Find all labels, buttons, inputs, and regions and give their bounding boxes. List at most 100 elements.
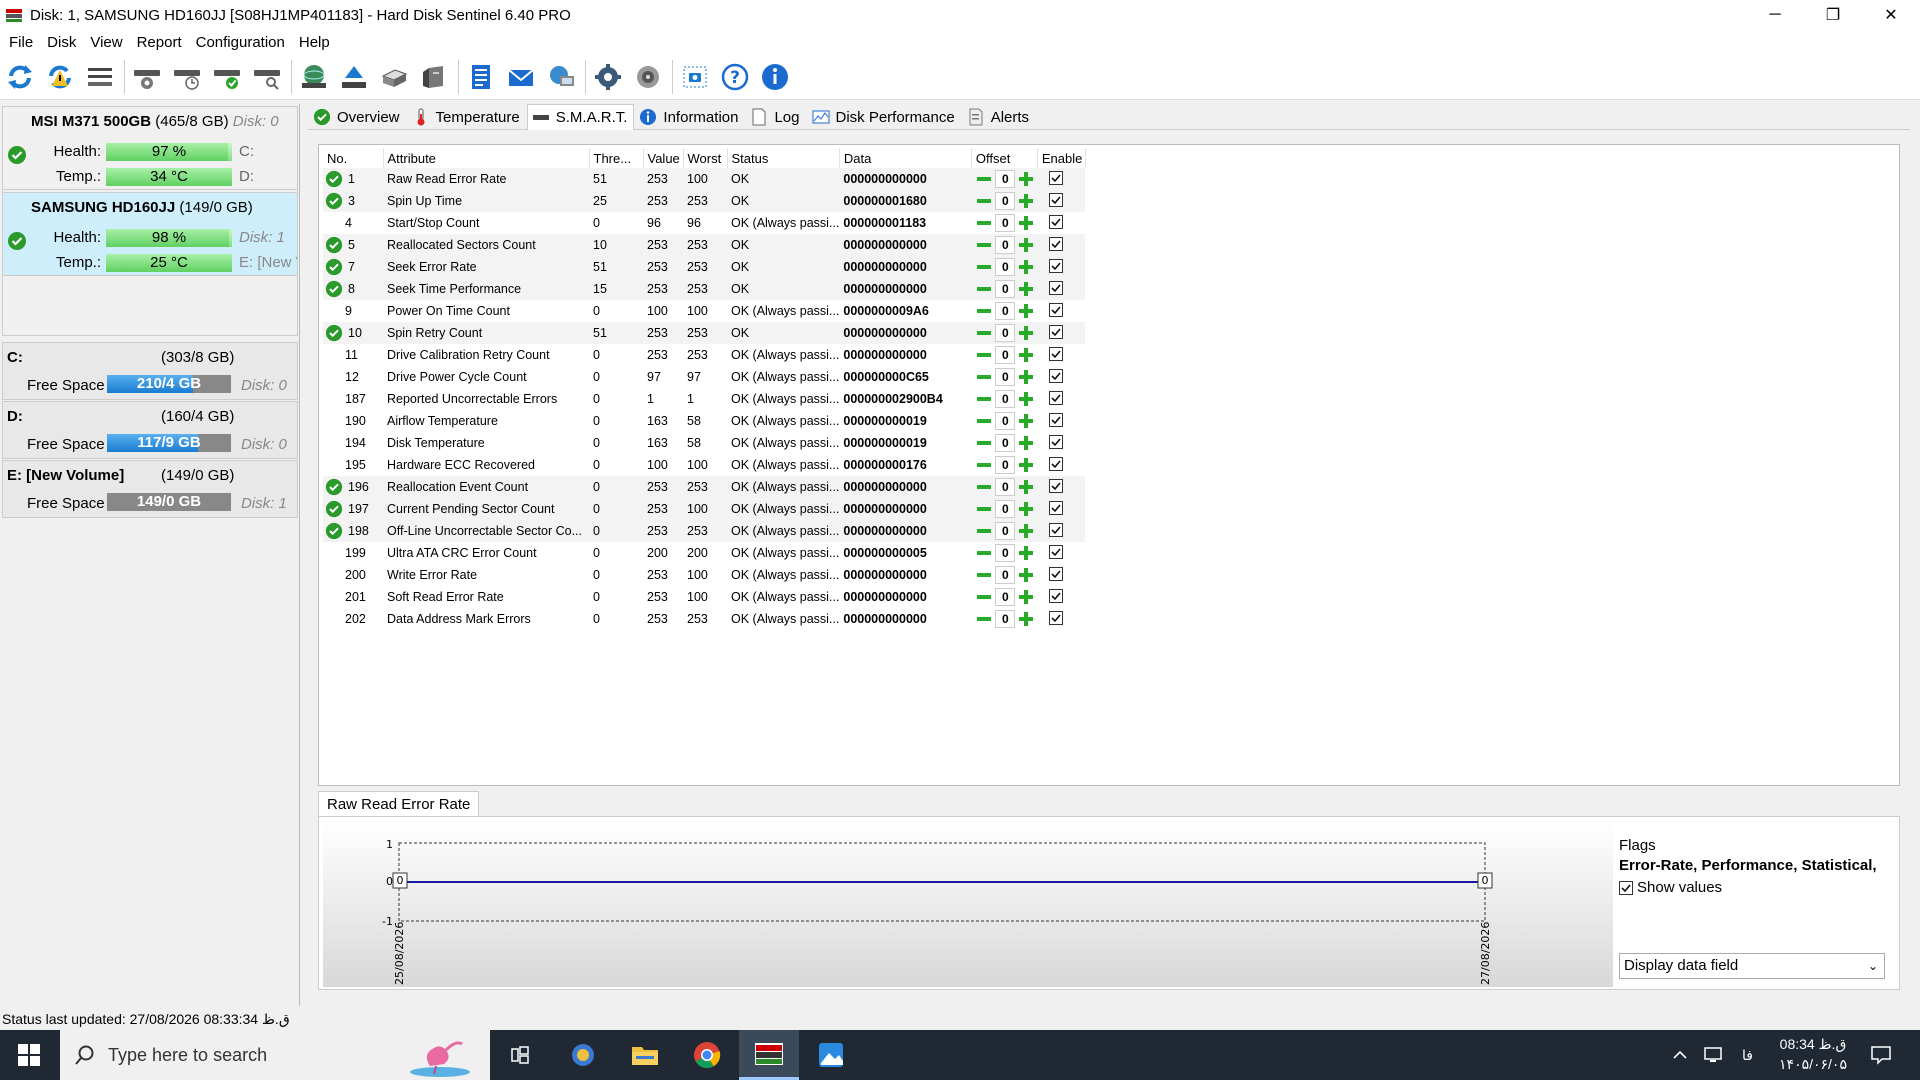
menu-view[interactable]: View — [83, 34, 129, 51]
offset-increase-button[interactable] — [1019, 304, 1034, 318]
offset-decrease-button[interactable] — [977, 441, 992, 445]
offset-value[interactable]: 0 — [995, 522, 1016, 540]
notifications-icon[interactable] — [1870, 1030, 1892, 1080]
tab-overview[interactable]: Overview — [308, 104, 407, 130]
table-row[interactable]: 3 Spin Up Time 25 253 253 OK 000000001680 0 — [323, 190, 1086, 212]
settings-button[interactable] — [592, 59, 624, 95]
menu-help[interactable]: Help — [292, 34, 337, 51]
disk-check-button[interactable] — [211, 59, 243, 95]
graph-tab[interactable]: Raw Read Error Rate — [318, 791, 480, 817]
surface-test-button[interactable] — [298, 59, 330, 95]
backup-button[interactable] — [378, 59, 410, 95]
offset-decrease-button[interactable] — [977, 551, 992, 555]
offset-value[interactable]: 0 — [995, 258, 1016, 276]
display-data-field-select[interactable]: Display data field ⌄ — [1619, 953, 1885, 979]
enable-checkbox[interactable] — [1049, 369, 1064, 383]
offset-value[interactable]: 0 — [995, 280, 1016, 298]
offset-decrease-button[interactable] — [977, 243, 992, 247]
table-row[interactable]: 199 Ultra ATA CRC Error Count 0 200 200 OK (A… — [323, 542, 1085, 564]
disk-schedule-button[interactable] — [171, 59, 203, 95]
sound-button[interactable] — [632, 59, 664, 95]
refresh-button[interactable] — [4, 59, 36, 95]
table-row[interactable]: 1 Raw Read Error Rate 51 253 100 OK 0000000000… — [323, 168, 1086, 190]
help-button[interactable]: ? — [719, 59, 751, 95]
table-row[interactable]: 200 Write Error Rate 0 253 100 OK (Always pas… — [323, 564, 1085, 586]
offset-value[interactable]: 0 — [995, 610, 1016, 628]
volume-card-e[interactable]: E: [New Volume] (149/0 GB) Free Space 14… — [2, 460, 298, 518]
tab-disk-performance[interactable]: Disk Performance — [807, 104, 962, 130]
enable-checkbox[interactable] — [1049, 303, 1064, 317]
close-button[interactable]: ✕ — [1862, 0, 1920, 30]
enable-checkbox[interactable] — [1049, 611, 1064, 625]
offset-increase-button[interactable] — [1019, 216, 1034, 230]
enable-checkbox[interactable] — [1049, 435, 1064, 449]
col-worst[interactable]: Worst — [683, 148, 728, 168]
offset-value[interactable]: 0 — [995, 368, 1016, 386]
table-row[interactable]: 9 Power On Time Count 0 100 100 OK (Always pa… — [323, 300, 1085, 322]
table-row[interactable]: 194 Disk Temperature 0 163 58 OK (Always pass… — [323, 432, 1085, 454]
enable-checkbox[interactable] — [1049, 237, 1064, 251]
table-row[interactable]: 7 Seek Error Rate 51 253 253 OK 000000000000 0 — [323, 256, 1086, 278]
disk-settings-button[interactable] — [131, 59, 163, 95]
offset-decrease-button[interactable] — [977, 485, 992, 489]
offset-increase-button[interactable] — [1019, 238, 1034, 252]
offset-value[interactable]: 0 — [995, 434, 1016, 452]
taskbar-app-explorer[interactable] — [615, 1030, 675, 1080]
offset-decrease-button[interactable] — [977, 573, 992, 577]
enable-checkbox[interactable] — [1049, 413, 1064, 427]
table-row[interactable]: 8 Seek Time Performance 15 253 253 OK 00000000… — [323, 278, 1086, 300]
taskbar-app-photos[interactable] — [801, 1030, 861, 1080]
col-no[interactable]: No. — [323, 148, 384, 168]
table-row[interactable]: 201 Soft Read Error Rate 0 253 100 OK (Always… — [323, 586, 1085, 608]
offset-increase-button[interactable] — [1019, 282, 1034, 296]
volume-card-c[interactable]: C: (303/8 GB) Free Space 210/4 GB Disk: … — [2, 342, 298, 400]
disk-search-button[interactable] — [251, 59, 283, 95]
offset-decrease-button[interactable] — [977, 463, 992, 467]
volume-card-d[interactable]: D: (160/4 GB) Free Space 117/9 GB Disk: … — [2, 401, 298, 459]
offset-value[interactable]: 0 — [995, 566, 1016, 584]
table-row[interactable]: 195 Hardware ECC Recovered 0 100 100 OK (Alwa… — [323, 454, 1085, 476]
offset-value[interactable]: 0 — [995, 236, 1016, 254]
offset-increase-button[interactable] — [1019, 436, 1034, 450]
tower-button[interactable] — [418, 59, 450, 95]
enable-checkbox[interactable] — [1049, 391, 1064, 405]
offset-decrease-button[interactable] — [977, 397, 992, 401]
offset-increase-button[interactable] — [1019, 326, 1034, 340]
offset-decrease-button[interactable] — [977, 617, 992, 621]
taskbar-app-hdsentinel[interactable] — [739, 1030, 799, 1080]
minimize-button[interactable]: ─ — [1746, 0, 1804, 30]
enable-checkbox[interactable] — [1049, 193, 1064, 207]
show-values-checkbox[interactable]: Show values — [1619, 879, 1722, 896]
offset-decrease-button[interactable] — [977, 287, 992, 291]
offset-increase-button[interactable] — [1019, 480, 1034, 494]
checkbox[interactable] — [1619, 880, 1633, 895]
offset-increase-button[interactable] — [1019, 392, 1034, 406]
col-status[interactable]: Status — [727, 148, 840, 168]
offset-decrease-button[interactable] — [977, 221, 992, 225]
offset-decrease-button[interactable] — [977, 353, 992, 357]
enable-checkbox[interactable] — [1049, 589, 1064, 603]
enable-checkbox[interactable] — [1049, 457, 1064, 471]
web-report-button[interactable] — [545, 59, 577, 95]
offset-decrease-button[interactable] — [977, 331, 992, 335]
offset-value[interactable]: 0 — [995, 214, 1016, 232]
offset-increase-button[interactable] — [1019, 194, 1034, 208]
table-row[interactable]: 11 Drive Calibration Retry Count 0 253 253 OK… — [323, 344, 1085, 366]
offset-value[interactable]: 0 — [995, 412, 1016, 430]
clock[interactable]: 08:34 ق.ظ ۱۴۰۵/۰۶/۰۵ — [1768, 1034, 1858, 1074]
offset-increase-button[interactable] — [1019, 612, 1034, 626]
enable-checkbox[interactable] — [1049, 545, 1064, 559]
offset-value[interactable]: 0 — [995, 192, 1016, 210]
offset-decrease-button[interactable] — [977, 595, 992, 599]
offset-decrease-button[interactable] — [977, 375, 992, 379]
table-row[interactable]: 12 Drive Power Cycle Count 0 97 97 OK (Always… — [323, 366, 1085, 388]
email-button[interactable] — [505, 59, 537, 95]
offset-increase-button[interactable] — [1019, 502, 1034, 516]
offset-increase-button[interactable] — [1019, 348, 1034, 362]
disk-card-samsung[interactable]: SAMSUNG HD160JJ (149/0 GB) Health: 98 % … — [2, 192, 298, 276]
menu-report[interactable]: Report — [130, 34, 189, 51]
enable-checkbox[interactable] — [1049, 259, 1064, 273]
offset-value[interactable]: 0 — [995, 456, 1016, 474]
network-icon[interactable] — [1702, 1030, 1724, 1080]
restore-button[interactable]: ❐ — [1804, 0, 1862, 30]
